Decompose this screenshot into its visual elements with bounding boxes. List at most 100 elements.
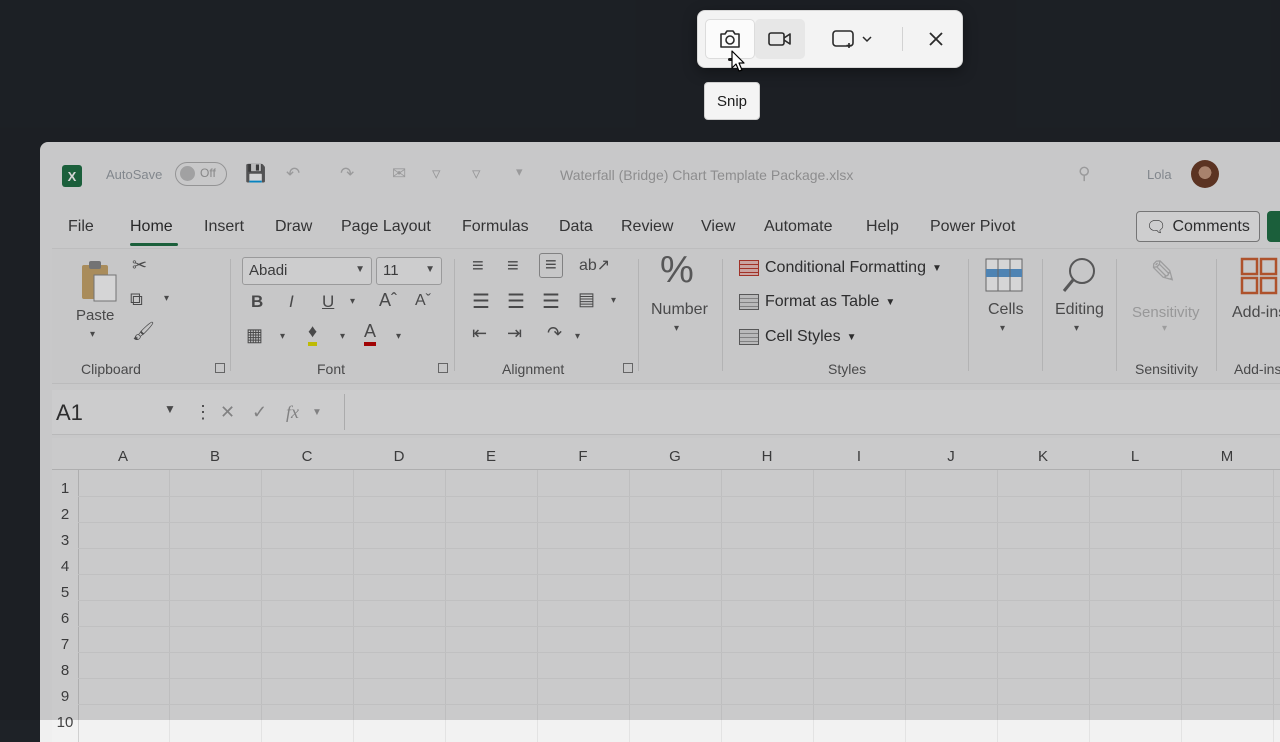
customize-qat-icon[interactable]: ▾ <box>516 164 523 180</box>
wrap-text-icon[interactable]: ▤ <box>578 289 595 310</box>
clear-filter-icon[interactable]: ▿ <box>472 164 481 184</box>
bottom-align-icon[interactable]: ≡ <box>539 253 563 278</box>
tab-formulas[interactable]: Formulas <box>462 218 529 236</box>
enter-icon[interactable]: ✓ <box>252 402 267 423</box>
increase-font-size-icon[interactable]: Aˆ <box>379 290 397 311</box>
paste-label[interactable]: Paste <box>76 307 114 324</box>
column-header[interactable]: I <box>849 448 869 465</box>
align-left-icon[interactable]: ☰ <box>472 289 490 314</box>
column-header[interactable]: E <box>481 448 501 465</box>
comments-button[interactable]: 🗨 Comments <box>1136 211 1260 242</box>
tab-power-pivot[interactable]: Power Pivot <box>930 218 1015 236</box>
font-color-dropdown-icon[interactable]: ▾ <box>396 331 401 342</box>
email-icon[interactable]: ✉ <box>392 164 406 184</box>
font-launcher-icon[interactable] <box>438 363 448 373</box>
tab-draw[interactable]: Draw <box>275 218 312 236</box>
autosave-toggle[interactable]: Off <box>175 162 227 186</box>
close-button[interactable] <box>916 19 956 59</box>
font-name-dropdown[interactable]: Abadi ▼ <box>242 257 372 285</box>
text-direction-icon[interactable]: ↷ <box>547 323 562 344</box>
sensitivity-dropdown-icon[interactable]: ▾ <box>1162 323 1167 334</box>
middle-align-icon[interactable]: ≡ <box>507 255 519 278</box>
row-header[interactable]: 1 <box>52 480 78 497</box>
function-dropdown-icon[interactable]: ▼ <box>312 407 322 418</box>
tab-view[interactable]: View <box>701 218 735 236</box>
column-header[interactable]: M <box>1217 448 1237 465</box>
underline-icon[interactable]: U <box>322 292 334 312</box>
row-header[interactable]: 2 <box>52 506 78 523</box>
name-box[interactable]: A1 <box>56 400 83 426</box>
fill-color-icon[interactable]: ♦ <box>308 321 318 346</box>
row-header[interactable]: 4 <box>52 558 78 575</box>
number-dropdown-icon[interactable]: ▾ <box>674 323 679 334</box>
editing-label[interactable]: Editing <box>1055 301 1104 319</box>
orientation-icon[interactable]: ab↗ <box>579 255 610 275</box>
decrease-font-size-icon[interactable]: Aˇ <box>415 292 431 310</box>
column-header[interactable]: B <box>205 448 225 465</box>
column-header[interactable]: J <box>941 448 961 465</box>
tab-automate[interactable]: Automate <box>764 218 832 236</box>
conditional-formatting-button[interactable]: Conditional Formatting ▼ <box>739 259 942 277</box>
search-icon[interactable]: ⚲ <box>1078 164 1090 184</box>
copy-icon[interactable]: ⧉ <box>130 289 143 310</box>
column-header[interactable]: F <box>573 448 593 465</box>
record-mode-button[interactable] <box>755 19 805 59</box>
column-header[interactable]: H <box>757 448 777 465</box>
underline-dropdown-icon[interactable]: ▾ <box>350 296 355 307</box>
cancel-icon[interactable]: ✕ <box>220 402 235 423</box>
cells-label[interactable]: Cells <box>988 301 1024 319</box>
column-header[interactable]: A <box>113 448 133 465</box>
top-align-icon[interactable]: ≡ <box>472 255 484 278</box>
save-icon[interactable]: 💾 <box>245 164 266 184</box>
paste-dropdown-icon[interactable]: ▾ <box>90 329 95 340</box>
cut-icon[interactable]: ✂ <box>132 255 147 276</box>
column-header[interactable]: K <box>1033 448 1053 465</box>
filter-icon[interactable]: ▿ <box>432 164 441 184</box>
borders-dropdown-icon[interactable]: ▾ <box>280 331 285 342</box>
tab-help[interactable]: Help <box>866 218 899 236</box>
row-header[interactable]: 5 <box>52 584 78 601</box>
text-direction-dropdown-icon[interactable]: ▾ <box>575 331 580 342</box>
formula-input[interactable] <box>344 394 1280 430</box>
align-center-icon[interactable]: ☰ <box>507 289 525 314</box>
row-header[interactable]: 9 <box>52 688 78 705</box>
insert-function-icon[interactable]: fx <box>286 402 299 423</box>
worksheet-grid[interactable]: A B C D E F G H I J K L M 1 2 3 4 5 6 7 … <box>52 438 1280 742</box>
column-header[interactable]: L <box>1125 448 1145 465</box>
font-size-dropdown[interactable]: 11 ▼ <box>376 257 442 285</box>
clipboard-launcher-icon[interactable] <box>215 363 225 373</box>
redo-icon[interactable]: ↷ <box>340 164 354 184</box>
row-header[interactable]: 6 <box>52 610 78 627</box>
document-title[interactable]: Waterfall (Bridge) Chart Template Packag… <box>560 167 853 183</box>
tab-review[interactable]: Review <box>621 218 673 236</box>
format-as-table-button[interactable]: Format as Table ▼ <box>739 293 895 311</box>
align-right-icon[interactable]: ☰ <box>542 289 560 314</box>
name-box-dropdown-icon[interactable]: ▼ <box>164 402 176 416</box>
bold-icon[interactable]: B <box>251 292 263 312</box>
column-header[interactable]: C <box>297 448 317 465</box>
merge-dropdown-icon[interactable]: ▾ <box>611 295 616 306</box>
tab-insert[interactable]: Insert <box>204 218 244 236</box>
sensitivity-button-label[interactable]: Sensitivity <box>1132 304 1200 321</box>
row-header[interactable]: 10 <box>52 714 78 731</box>
addins-button-label[interactable]: Add-ins <box>1232 304 1280 322</box>
fill-color-dropdown-icon[interactable]: ▾ <box>340 331 345 342</box>
tab-page-layout[interactable]: Page Layout <box>341 218 431 236</box>
share-button[interactable] <box>1267 211 1280 242</box>
column-header[interactable]: G <box>665 448 685 465</box>
row-header[interactable]: 3 <box>52 532 78 549</box>
undo-icon[interactable]: ↶ <box>286 164 300 184</box>
borders-icon[interactable]: ▦ <box>246 325 263 346</box>
format-painter-icon[interactable]: 🖌 <box>132 321 155 342</box>
column-header[interactable]: D <box>389 448 409 465</box>
row-header[interactable]: 7 <box>52 636 78 653</box>
percent-icon[interactable]: % <box>660 249 694 292</box>
tab-file[interactable]: File <box>68 218 94 236</box>
row-header[interactable]: 8 <box>52 662 78 679</box>
increase-indent-icon[interactable]: ⇥ <box>507 323 522 344</box>
cell-styles-button[interactable]: Cell Styles ▼ <box>739 328 856 346</box>
avatar[interactable] <box>1191 160 1219 188</box>
copy-dropdown-icon[interactable]: ▾ <box>164 293 169 304</box>
editing-dropdown-icon[interactable]: ▾ <box>1074 323 1079 334</box>
tab-data[interactable]: Data <box>559 218 593 236</box>
